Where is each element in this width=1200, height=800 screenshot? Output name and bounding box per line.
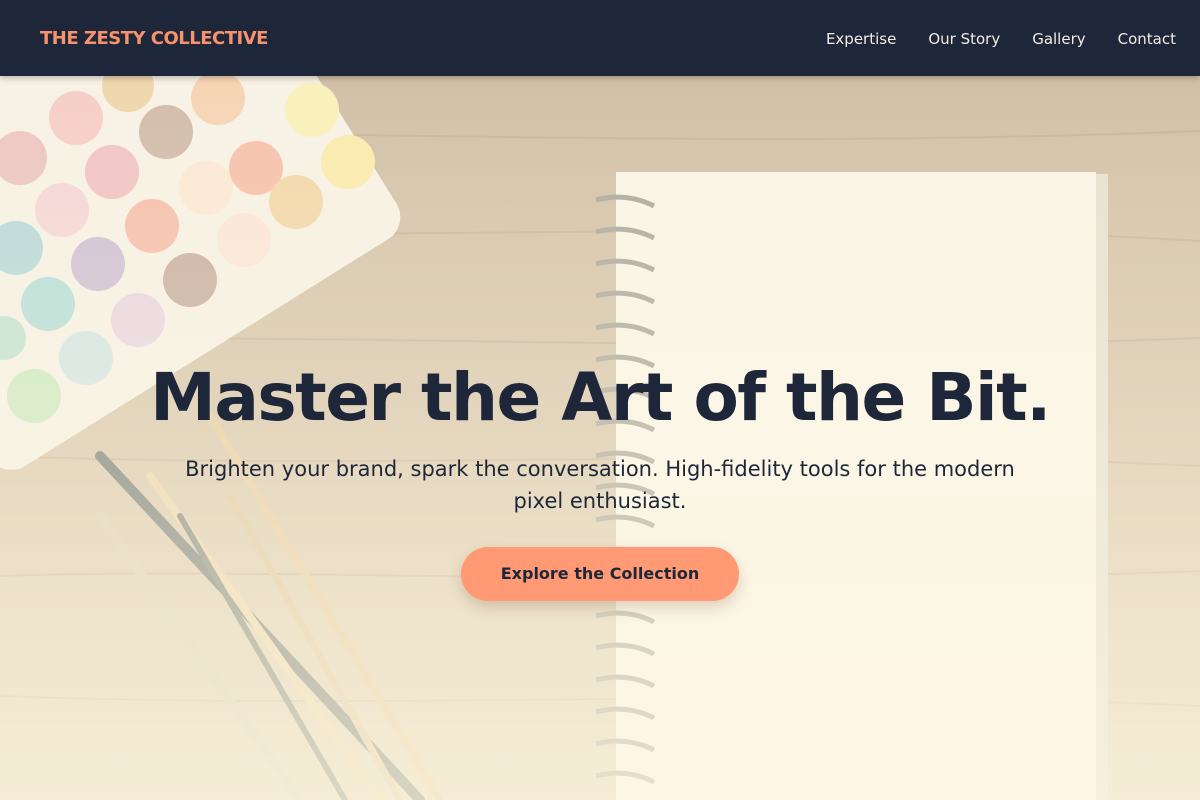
- nav-link-gallery[interactable]: Gallery: [1032, 30, 1085, 48]
- explore-collection-button[interactable]: Explore the Collection: [460, 546, 740, 601]
- nav-link-contact[interactable]: Contact: [1118, 30, 1176, 48]
- brand-logo[interactable]: THE ZESTY COLLECTIVE: [40, 28, 268, 49]
- nav-menu: Expertise Our Story Gallery Contact: [826, 29, 1176, 48]
- nav-item-our-story: Our Story: [928, 29, 1000, 48]
- nav-item-expertise: Expertise: [826, 29, 896, 48]
- hero-section: Master the Art of the Bit. Brighten your…: [0, 76, 1200, 800]
- nav-item-contact: Contact: [1118, 29, 1176, 48]
- nav-item-gallery: Gallery: [1032, 29, 1085, 48]
- nav-link-expertise[interactable]: Expertise: [826, 30, 896, 48]
- hero-title: Master the Art of the Bit.: [150, 359, 1051, 436]
- hero-content: Master the Art of the Bit. Brighten your…: [0, 359, 1200, 601]
- nav-link-our-story[interactable]: Our Story: [928, 30, 1000, 48]
- top-navbar: THE ZESTY COLLECTIVE Expertise Our Story…: [0, 0, 1200, 76]
- hero-subtitle: Brighten your brand, spark the conversat…: [185, 456, 1015, 513]
